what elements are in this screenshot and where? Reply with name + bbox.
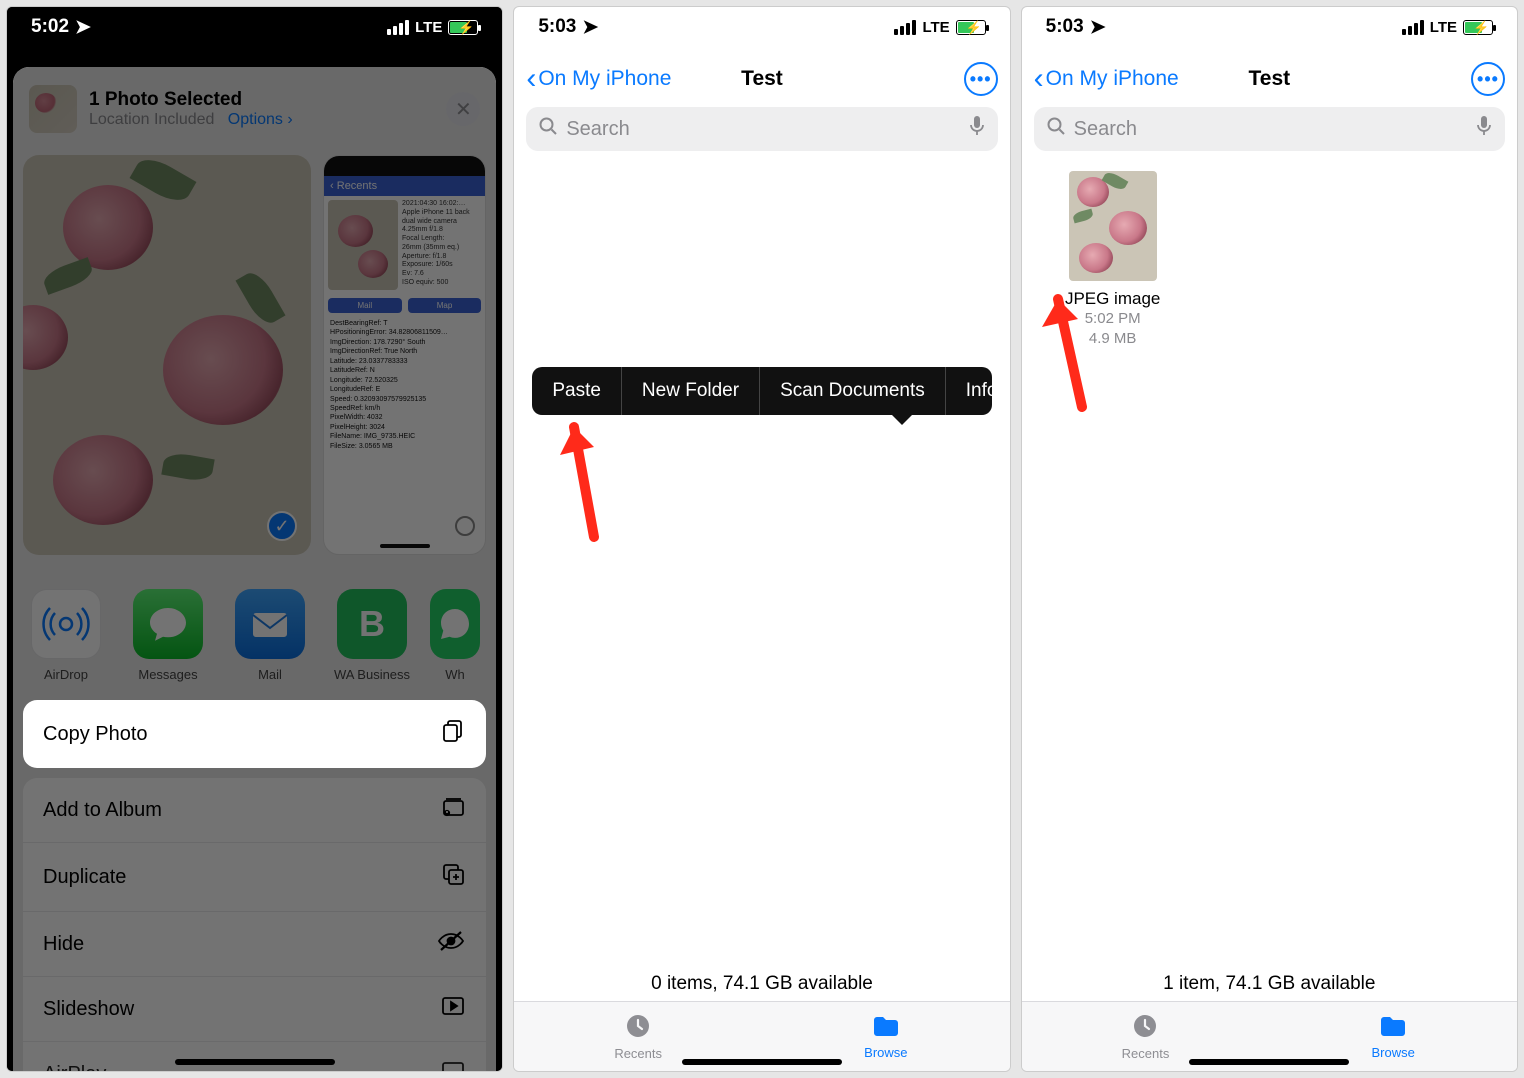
- target-wa-business[interactable]: B WA Business: [333, 589, 411, 682]
- menu-info[interactable]: Info: [946, 367, 1011, 415]
- share-targets-row[interactable]: AirDrop Messages Mail B WA Business: [13, 563, 496, 692]
- files-body[interactable]: Paste New Folder Scan Documents Info: [514, 157, 1009, 1001]
- whatsapp-icon: [430, 589, 480, 659]
- search-field[interactable]: Search: [526, 107, 997, 151]
- network-label: LTE: [415, 19, 442, 36]
- screen-share-sheet: 5:02 ➤ LTE ⚡ 1 Photo Selected Location I…: [6, 6, 503, 1072]
- battery-icon: ⚡: [448, 20, 478, 35]
- share-subtitle: Location Included Options ›: [89, 111, 293, 129]
- battery-icon: ⚡: [1463, 20, 1493, 35]
- back-button[interactable]: ‹On My iPhone: [1034, 64, 1179, 94]
- signal-icon: [894, 20, 916, 35]
- share-sheet: 1 Photo Selected Location Included Optio…: [13, 67, 496, 1071]
- home-indicator[interactable]: [1189, 1059, 1349, 1065]
- options-link[interactable]: Options ›: [228, 111, 293, 128]
- meta-mail-btn: Mail: [328, 298, 402, 313]
- signal-icon: [1402, 20, 1424, 35]
- share-title: 1 Photo Selected: [89, 89, 293, 111]
- target-mail[interactable]: Mail: [231, 589, 309, 682]
- storage-status: 1 item, 74.1 GB available: [1022, 973, 1517, 995]
- photos-scroller[interactable]: ✓ ‹ Recents 2021:04:30 16:02:… Apple iPh…: [13, 137, 496, 563]
- clock-icon: [1131, 1012, 1159, 1044]
- nav-title: Test: [741, 67, 783, 91]
- folder-icon: [871, 1013, 901, 1043]
- mail-icon: [235, 589, 305, 659]
- annotation-arrow: [1032, 277, 1112, 417]
- location-arrow-icon: ➤: [75, 16, 91, 39]
- search-icon: [538, 116, 558, 142]
- folder-icon: [1378, 1013, 1408, 1043]
- status-bar: 5:03 ➤ LTE ⚡: [1022, 7, 1517, 47]
- share-thumbnail: [29, 85, 77, 133]
- airplay-icon: [440, 1060, 466, 1071]
- meta-home-indicator: [380, 544, 430, 548]
- copy-photo-label: Copy Photo: [43, 723, 148, 746]
- network-label: LTE: [1430, 19, 1457, 36]
- close-button[interactable]: ✕: [446, 92, 480, 126]
- search-icon: [1046, 116, 1066, 142]
- screen-files-empty: 5:03 ➤ LTE ⚡ ‹On My iPhone Test ••• Search…: [513, 6, 1010, 1072]
- target-airdrop[interactable]: AirDrop: [27, 589, 105, 682]
- clock-icon: [624, 1012, 652, 1044]
- meta-map-btn: Map: [408, 298, 482, 313]
- add-to-album-row[interactable]: Add to Album: [23, 778, 486, 842]
- slideshow-icon: [440, 995, 466, 1023]
- more-button[interactable]: •••: [1471, 62, 1505, 96]
- whatsapp-business-icon: B: [337, 589, 407, 659]
- status-time: 5:03: [538, 16, 576, 38]
- copy-icon: [440, 718, 466, 750]
- secondary-actions-card: Add to Album Duplicate Hide Slideshow Ai…: [23, 778, 486, 1071]
- status-time: 5:03: [1046, 16, 1084, 38]
- copy-photo-card[interactable]: Copy Photo: [23, 700, 486, 768]
- album-icon: [440, 796, 466, 824]
- hide-icon: [436, 930, 466, 958]
- location-arrow-icon: ➤: [582, 16, 598, 39]
- meta-nav: ‹ Recents: [324, 176, 485, 196]
- menu-scan-documents[interactable]: Scan Documents: [760, 367, 946, 415]
- network-label: LTE: [922, 19, 949, 36]
- messages-icon: [133, 589, 203, 659]
- mic-icon[interactable]: [1475, 115, 1493, 143]
- search-placeholder: Search: [566, 118, 629, 141]
- duplicate-row[interactable]: Duplicate: [23, 842, 486, 911]
- battery-icon: ⚡: [956, 20, 986, 35]
- screen-files-with-item: 5:03 ➤ LTE ⚡ ‹On My iPhone Test ••• Search…: [1021, 6, 1518, 1072]
- meta-circle-icon: [455, 516, 475, 536]
- share-actions: Copy Photo Add to Album Duplicate Hide S…: [13, 692, 496, 1071]
- location-arrow-icon: ➤: [1090, 16, 1106, 39]
- chevron-left-icon: ‹: [526, 64, 536, 94]
- status-time: 5:02: [31, 16, 69, 38]
- menu-tail-icon: [892, 415, 912, 425]
- menu-new-folder[interactable]: New Folder: [622, 367, 760, 415]
- mic-icon[interactable]: [968, 115, 986, 143]
- annotation-arrow: [554, 407, 624, 547]
- selected-photo[interactable]: ✓: [23, 155, 311, 555]
- home-indicator[interactable]: [682, 1059, 842, 1065]
- chevron-left-icon: ‹: [1034, 64, 1044, 94]
- back-button[interactable]: ‹On My iPhone: [526, 64, 671, 94]
- target-messages[interactable]: Messages: [129, 589, 207, 682]
- search-placeholder: Search: [1074, 118, 1137, 141]
- search-field[interactable]: Search: [1034, 107, 1505, 151]
- share-header: 1 Photo Selected Location Included Optio…: [13, 77, 496, 137]
- signal-icon: [387, 20, 409, 35]
- file-thumbnail: [1069, 171, 1157, 281]
- nav-title: Test: [1249, 67, 1291, 91]
- target-whatsapp[interactable]: Wh: [435, 589, 475, 682]
- photo-metadata-preview[interactable]: ‹ Recents 2021:04:30 16:02:… Apple iPhon…: [323, 155, 486, 555]
- duplicate-icon: [440, 861, 466, 893]
- airplay-row[interactable]: AirPlay: [23, 1041, 486, 1071]
- airdrop-icon: [31, 589, 101, 659]
- hide-row[interactable]: Hide: [23, 911, 486, 976]
- status-bar: 5:03 ➤ LTE ⚡: [514, 7, 1009, 47]
- home-indicator[interactable]: [175, 1059, 335, 1065]
- slideshow-row[interactable]: Slideshow: [23, 976, 486, 1041]
- selected-check-icon: ✓: [267, 511, 297, 541]
- more-button[interactable]: •••: [964, 62, 998, 96]
- storage-status: 0 items, 74.1 GB available: [514, 973, 1009, 995]
- files-body[interactable]: JPEG image 5:02 PM 4.9 MB: [1022, 157, 1517, 1001]
- status-bar: 5:02 ➤ LTE ⚡: [7, 7, 502, 47]
